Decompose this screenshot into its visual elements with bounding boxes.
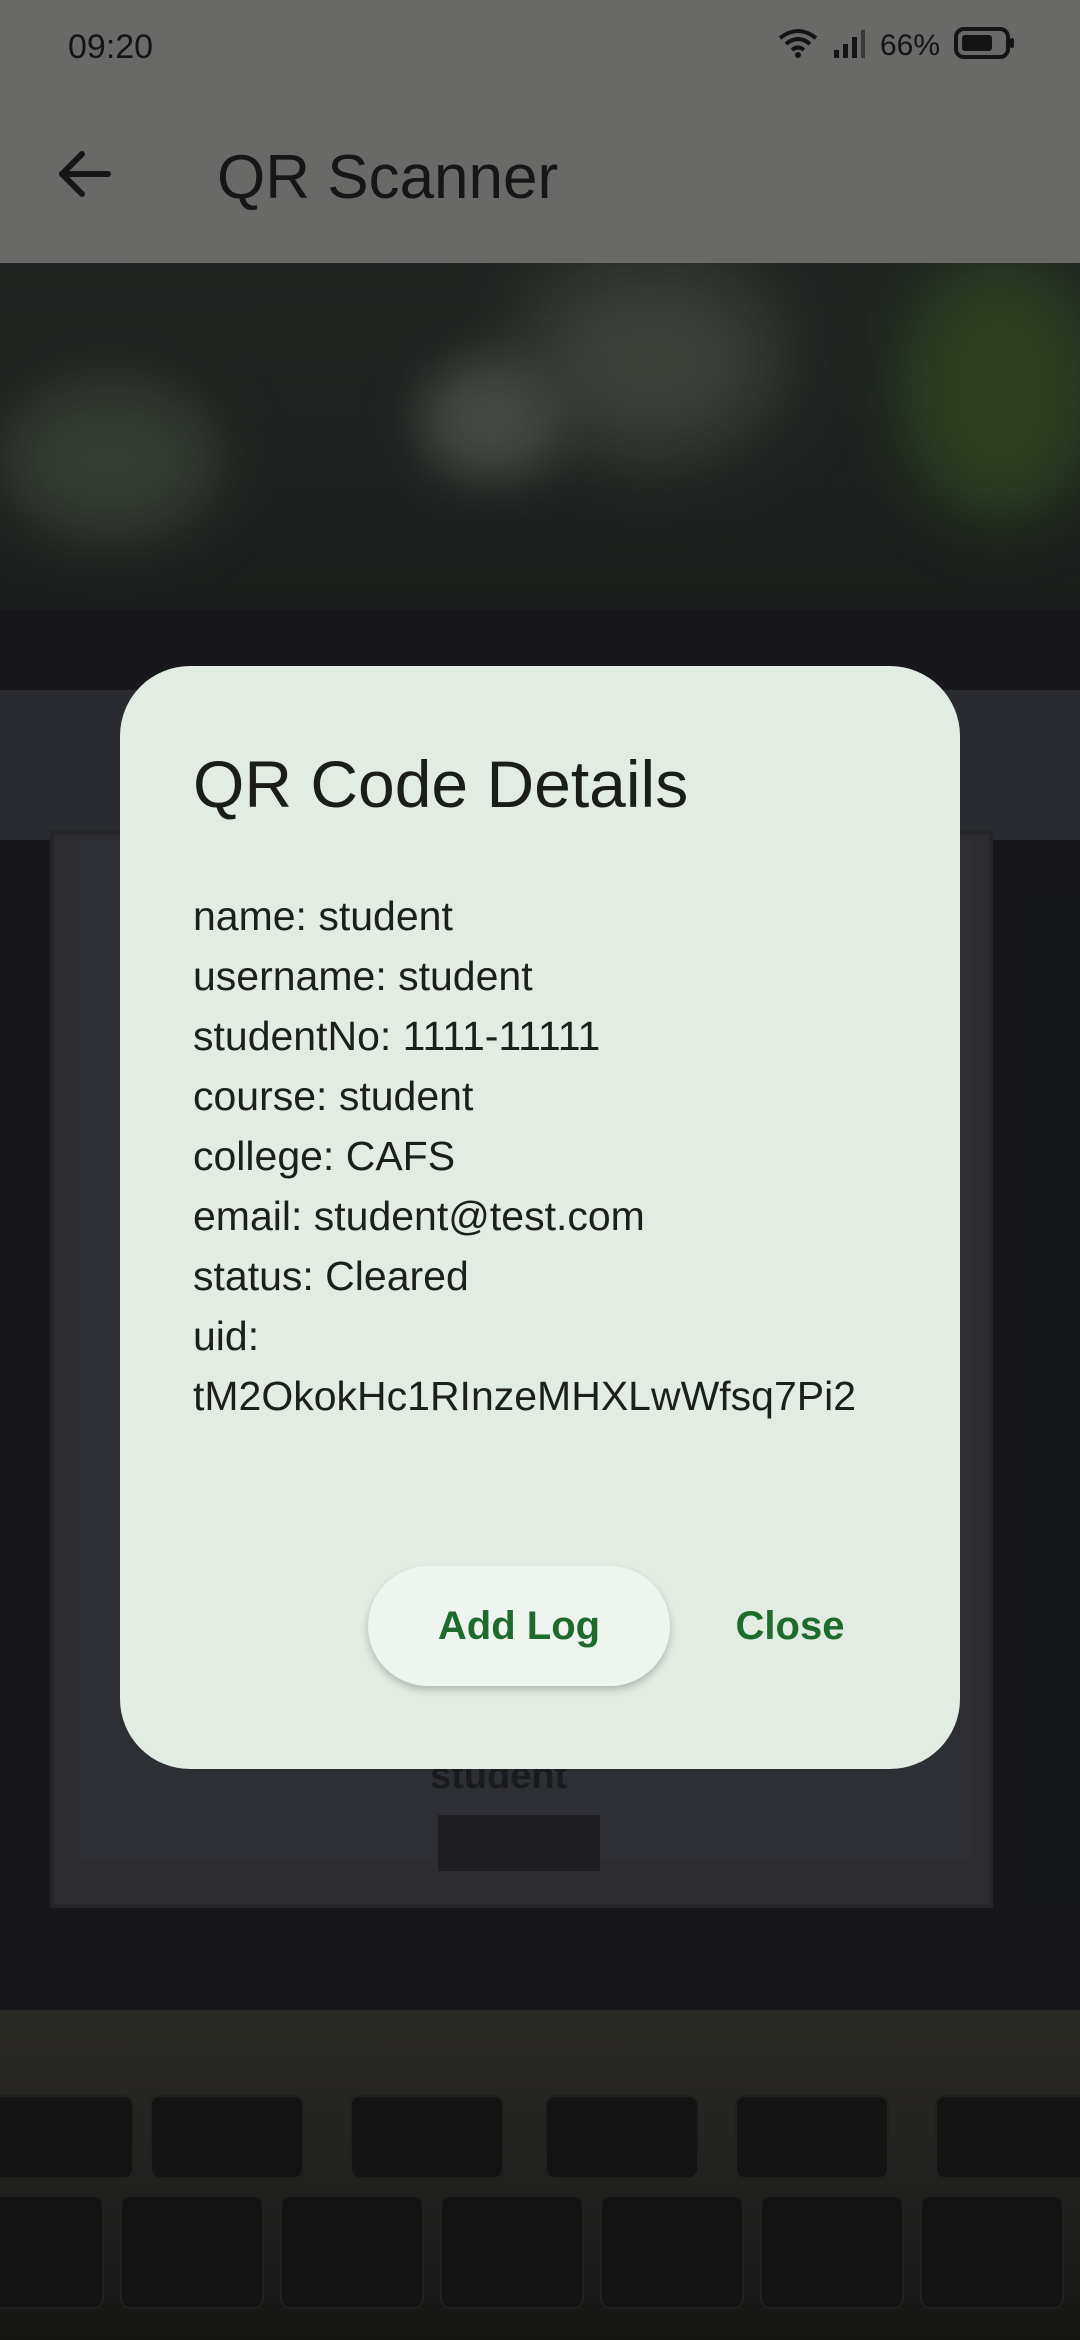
- battery-percent: 66%: [879, 28, 940, 62]
- dialog-title: QR Code Details: [193, 747, 689, 821]
- detail-username: username: student: [193, 953, 533, 999]
- signal-icon: [832, 28, 866, 63]
- detail-uid: uid: tM2OkokHc1RInzeMHXLwWfsq7Pi2: [193, 1313, 857, 1419]
- detail-status: status: Cleared: [193, 1253, 469, 1299]
- detail-course: course: student: [193, 1073, 474, 1119]
- dialog-actions: Add Log Close: [368, 1566, 870, 1686]
- detail-college: college: CAFS: [193, 1133, 456, 1179]
- status-time: 09:20: [68, 28, 154, 66]
- arrow-left-icon: [56, 150, 112, 203]
- qr-details-list: name: student username: student studentN…: [193, 886, 893, 1426]
- wifi-icon: [778, 28, 818, 63]
- back-button[interactable]: [48, 140, 120, 212]
- page-title: QR Scanner: [217, 143, 559, 212]
- app-bar: 09:20 66% QR Scanner: [0, 0, 1080, 263]
- battery-icon: [954, 26, 1016, 65]
- qr-details-dialog: QR Code Details name: student username: …: [120, 666, 960, 1769]
- add-log-button[interactable]: Add Log: [368, 1566, 670, 1686]
- detail-email: email: student@test.com: [193, 1193, 645, 1239]
- detail-name: name: student: [193, 893, 453, 939]
- status-icons: 66%: [778, 26, 1016, 65]
- close-button[interactable]: Close: [710, 1566, 870, 1686]
- detail-student-no: studentNo: 1111-11111: [193, 1013, 601, 1059]
